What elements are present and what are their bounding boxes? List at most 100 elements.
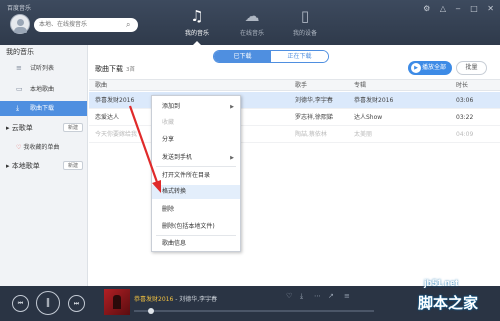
progress-handle[interactable] [147,308,154,314]
watermark-text: 脚本之家 [418,294,479,312]
download-segment: 已下载 正在下载 [213,50,329,63]
search-icon[interactable]: ⌕ [126,20,135,29]
tab-label: 我的设备 [292,30,317,37]
window-controls: ⚙ △ ‒ □ ✕ [416,4,494,13]
song-artist: 陶喆,蔡依林 [295,131,327,138]
now-playing-title: 恭喜发财2016 [134,296,174,303]
user-avatar[interactable] [10,14,30,34]
list-count: 3首 [126,67,135,73]
batch-button[interactable]: 批量 [456,61,487,75]
tab-my-music[interactable]: ♫ 我的音乐 [171,7,223,45]
column-duration[interactable]: 时长 [456,80,468,91]
play-icon: ▶ [411,63,421,73]
song-name: 今天你要嫁给我 [95,131,138,138]
title-bar: 百度音乐 ⌕ ♫ 我的音乐 ☁ 在线音乐 ▯ 我的设备 ⚙ △ ‒ □ ✕ [0,0,500,45]
heart-icon: ♡ [16,144,22,151]
previous-icon[interactable]: ⏮ [12,295,29,312]
menu-item-song-info[interactable]: 歌曲信息 [152,237,240,251]
like-icon[interactable]: ♡ [286,292,292,300]
tab-label: 在线音乐 [239,30,264,37]
table-header: 歌曲 歌手 专辑 时长 [89,79,500,91]
sidebar-item-trial-list[interactable]: ≡ 试听列表 [0,61,87,76]
song-duration: 03:22 [456,114,474,121]
progress-track[interactable] [134,310,374,312]
submenu-arrow-icon: ▶ [230,104,234,110]
sidebar-heading-local-list[interactable]: ▸ 本地歌单 [6,161,40,171]
menu-item-delete-with-file[interactable]: 删除(包括本地文件) [152,220,240,234]
song-album: 太美丽 [354,131,373,138]
tab-online-music[interactable]: ☁ 在线音乐 [226,7,278,41]
sidebar-item-label: 歌曲下载 [30,105,55,112]
song-artist: 刘德华,李宇春 [295,97,333,104]
sidebar-item-downloads[interactable]: ⤓ 歌曲下载 [0,101,87,116]
download-icon: ⤓ [16,104,20,112]
list-title-text: 歌曲下载 [95,65,123,73]
sidebar-item-favorites[interactable]: ♡ 我收藏的单曲 [16,142,59,151]
next-icon[interactable]: ⏭ [68,295,85,312]
sidebar-item-label: 本地歌曲 [30,86,55,93]
now-playing-artist: 刘德华,李宇春 [179,296,218,303]
menu-item-format-convert[interactable]: 格式转换 [152,185,240,199]
cloud-list-label: 云歌单 [11,124,33,132]
menu-item-favorite: 收藏 [152,116,240,130]
menu-item-add-to[interactable]: 添加到 ▶ [152,100,240,114]
menu-item-send-to-phone[interactable]: 发送到手机 ▶ [152,151,240,165]
menu-item-open-folder[interactable]: 打开文件所在目录 [152,169,240,183]
sidebar-heading-my-music: 我的音乐 [6,48,34,56]
sidebar-item-label: 试听列表 [30,65,55,72]
context-menu: 添加到 ▶ 收藏 分享 发送到手机 ▶ 打开文件所在目录 格式转换 删除 删除(… [151,95,241,252]
song-artist: 罗志祥,徐熙娣 [295,114,333,121]
more-icon[interactable]: ⋯ [314,292,321,300]
computer-icon: ▭ [16,85,23,93]
local-list-label: 本地歌单 [11,162,40,170]
close-icon[interactable]: ✕ [487,4,494,13]
tab-downloading[interactable]: 正在下载 [271,51,328,62]
play-all-button[interactable]: ▶ 播放全部 [408,61,452,75]
sidebar-item-label: 我收藏的单曲 [23,144,60,151]
menu-item-label: 删除 [162,206,175,213]
menu-item-label: 歌曲信息 [162,240,187,247]
song-album: 达人Show [354,114,383,121]
sidebar-item-local-songs[interactable]: ▭ 本地歌曲 [0,82,87,97]
menu-item-label: 发送到手机 [162,154,193,161]
menu-item-label: 删除(包括本地文件) [162,223,215,230]
menu-item-label: 收藏 [162,119,175,126]
album-cover[interactable] [104,289,130,315]
tab-downloaded[interactable]: 已下载 [214,51,271,62]
song-duration: 04:09 [456,131,474,138]
song-name: 恭喜发财2016 [95,97,135,104]
maximize-icon[interactable]: □ [470,4,478,13]
song-duration: 03:06 [456,97,474,104]
new-local-list-button[interactable]: 新建 [63,161,83,170]
share-icon[interactable]: ↗ [328,292,334,300]
song-name: 恋爱达人 [95,114,120,121]
shirt-icon[interactable]: △ [440,4,446,13]
list-title: 歌曲下载 3首 [95,64,135,74]
menu-item-delete[interactable]: 删除 [152,203,240,217]
now-playing: 恭喜发财2016 - 刘德华,李宇春 [134,294,217,303]
phone-icon: ▯ [300,7,310,25]
lyrics-icon[interactable]: ≡ [344,292,350,300]
download-icon[interactable]: ⤓ [300,292,303,301]
watermark-url: jb51.net [424,278,459,288]
app-title: 百度音乐 [7,5,32,12]
music-note-icon: ♫ [190,7,204,25]
gear-icon[interactable]: ⚙ [423,4,430,13]
tab-label: 我的音乐 [184,30,209,37]
column-album[interactable]: 专辑 [354,80,366,91]
minimize-icon[interactable]: ‒ [456,4,461,13]
submenu-arrow-icon: ▶ [230,155,234,161]
watermark: jb51.net 脚本之家 [392,278,500,321]
menu-item-label: 添加到 [162,103,181,110]
tab-my-device[interactable]: ▯ 我的设备 [279,7,331,41]
menu-item-share[interactable]: 分享 [152,133,240,147]
search-input[interactable] [34,18,138,32]
pause-icon[interactable]: ‖ [36,291,60,315]
sidebar-heading-cloud-list[interactable]: ▸ 云歌单 [6,123,33,133]
list-icon: ≡ [16,64,22,72]
column-artist[interactable]: 歌手 [295,80,307,91]
column-song[interactable]: 歌曲 [95,80,107,91]
new-cloud-list-button[interactable]: 新建 [63,123,83,132]
play-all-label: 播放全部 [422,64,447,71]
song-album: 恭喜发财2016 [354,97,394,104]
